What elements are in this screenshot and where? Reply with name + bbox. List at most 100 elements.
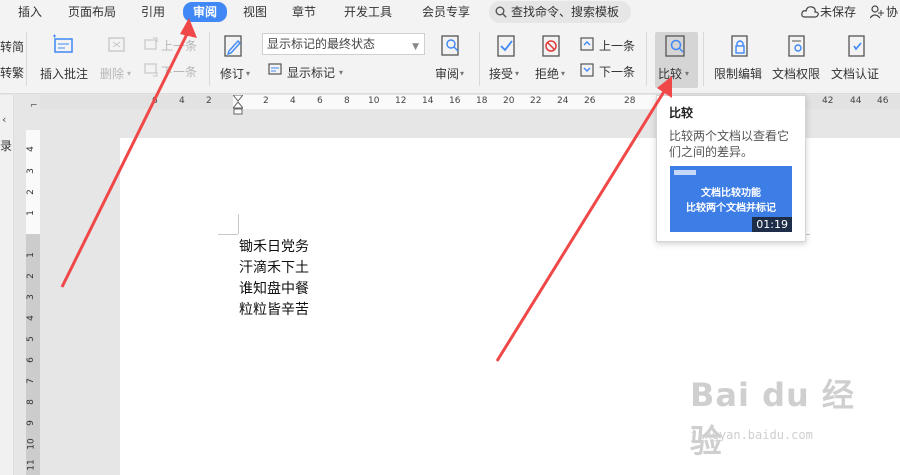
accept-dropdown-arrow[interactable]: ▾ bbox=[515, 69, 519, 78]
menu-review[interactable]: 审阅 bbox=[183, 2, 228, 22]
watermark-url: jingyan.baidu.com bbox=[690, 428, 813, 442]
show-marks-icon bbox=[268, 63, 282, 75]
vruler-tick: 2 bbox=[25, 273, 36, 279]
video-title-line2: 比较两个文档并标记 bbox=[686, 203, 776, 214]
accept-icon bbox=[497, 35, 515, 57]
chevron-down-icon: ▼ bbox=[412, 42, 419, 52]
ruler-tick: 4 bbox=[179, 96, 185, 106]
reject-button[interactable]: 拒绝 bbox=[535, 65, 559, 82]
ruler-tick: 18 bbox=[476, 96, 488, 106]
watermark-logo: Bai du 经验 bbox=[690, 376, 855, 460]
vruler-tick: 3 bbox=[25, 294, 36, 300]
poem-line[interactable]: 谁知盘中餐 bbox=[239, 278, 309, 298]
baidu-watermark: Bai du 经验 jingyan.baidu.com bbox=[690, 370, 860, 460]
tab-stop-icon[interactable]: ⌐ bbox=[30, 101, 38, 111]
prev-comment-button[interactable]: 上一条 bbox=[161, 37, 197, 54]
menu-reference[interactable]: 引用 bbox=[141, 3, 165, 21]
delete-comment-icon bbox=[108, 37, 125, 52]
doc-certify-button[interactable]: 文档认证 bbox=[831, 65, 879, 82]
review-pane-icon bbox=[441, 35, 459, 56]
tutorial-video-thumbnail[interactable]: 文档比较功能 比较两个文档并标记 01:19 bbox=[670, 166, 792, 232]
ruler-tick: 16 bbox=[449, 96, 461, 106]
menu-developer[interactable]: 开发工具 bbox=[344, 3, 392, 21]
menu-member[interactable]: 会员专享 bbox=[422, 3, 470, 21]
margin-corner-mark bbox=[218, 234, 238, 235]
tooltip-description: 比较两个文档以查看它们之间的差异。 bbox=[669, 129, 790, 159]
poem-line[interactable]: 汗滴禾下土 bbox=[239, 257, 309, 277]
vruler-tick: 1 bbox=[25, 210, 36, 216]
display-mode-select[interactable]: 显示标记的最终状态 ▼ bbox=[262, 33, 425, 55]
menu-section[interactable]: 章节 bbox=[292, 3, 316, 21]
menu-page-layout[interactable]: 页面布局 bbox=[68, 3, 116, 21]
vruler-tick: 2 bbox=[25, 189, 36, 195]
revise-dropdown-arrow[interactable]: ▾ bbox=[246, 69, 250, 78]
ruler-tick: 10 bbox=[368, 96, 380, 106]
compare-dropdown-arrow[interactable]: ▾ bbox=[685, 69, 689, 78]
ruler-tick: 6 bbox=[152, 96, 158, 106]
ruler-tick: 26 bbox=[584, 96, 596, 106]
ruler-tick: 8 bbox=[344, 96, 350, 106]
add-user-icon bbox=[870, 5, 884, 19]
menu-bar: 插入 页面布局 引用 审阅 视图 章节 开发工具 会员专享 查找命令、搜索模板 … bbox=[0, 0, 900, 24]
video-title-line1: 文档比较功能 bbox=[701, 188, 761, 199]
poem-line[interactable]: 粒粒皆辛苦 bbox=[239, 299, 309, 319]
vruler-tick: 5 bbox=[25, 336, 36, 342]
certify-icon bbox=[848, 35, 865, 57]
command-search[interactable]: 查找命令、搜索模板 bbox=[489, 1, 631, 23]
insert-comment-button[interactable]: 插入批注 bbox=[40, 65, 88, 82]
unsaved-status[interactable]: 未保存 bbox=[820, 3, 856, 21]
ruler-tick: 2 bbox=[206, 96, 212, 106]
vruler-tick: 7 bbox=[25, 378, 36, 384]
delete-dropdown-arrow[interactable]: ▾ bbox=[127, 69, 131, 78]
review-dropdown-arrow[interactable]: ▾ bbox=[460, 69, 464, 78]
convert-simplified-button[interactable]: 转简 bbox=[0, 38, 24, 55]
ruler-tick: 4 bbox=[290, 96, 296, 106]
vruler-tick: 8 bbox=[25, 399, 36, 405]
review-pane-button[interactable]: 审阅 bbox=[435, 65, 459, 82]
vruler-tick: 10 bbox=[26, 438, 37, 450]
show-marks-dropdown-arrow[interactable]: ▾ bbox=[339, 68, 343, 77]
track-changes-button[interactable]: 修订 bbox=[220, 65, 244, 82]
collab-button[interactable]: 协 bbox=[886, 3, 898, 21]
insert-comment-icon bbox=[53, 34, 73, 53]
restrict-edit-button[interactable]: 限制编辑 bbox=[714, 65, 762, 82]
track-changes-icon bbox=[224, 35, 242, 57]
vruler-tick: 4 bbox=[25, 146, 36, 152]
vruler-tick: 9 bbox=[25, 420, 36, 426]
lock-icon bbox=[731, 35, 748, 57]
prev-change-button[interactable]: 上一条 bbox=[599, 37, 635, 54]
compare-tooltip: 比较 比较两个文档以查看它们之间的差异。 文档比较功能 比较两个文档并标记 01… bbox=[656, 95, 806, 242]
vruler-tick: 1 bbox=[25, 252, 36, 258]
vruler-tick: 6 bbox=[25, 357, 36, 363]
accept-button[interactable]: 接受 bbox=[489, 65, 513, 82]
next-comment-button[interactable]: 下一条 bbox=[161, 63, 197, 80]
indent-marker-icon[interactable] bbox=[233, 95, 243, 115]
delete-comment-button[interactable]: 删除 bbox=[100, 65, 124, 82]
compare-button[interactable]: 比较 bbox=[658, 65, 682, 82]
video-duration: 01:19 bbox=[752, 217, 792, 232]
display-mode-value: 显示标记的最终状态 bbox=[267, 37, 376, 51]
compare-icon bbox=[665, 35, 685, 57]
convert-traditional-button[interactable]: 转繁 bbox=[0, 64, 24, 81]
doc-permission-button[interactable]: 文档权限 bbox=[772, 65, 820, 82]
vruler-tick: 11 bbox=[26, 459, 37, 471]
ruler-tick: 24 bbox=[557, 96, 569, 106]
pane-label: 录 bbox=[0, 139, 13, 153]
reject-dropdown-arrow[interactable]: ▾ bbox=[561, 69, 565, 78]
menu-view[interactable]: 视图 bbox=[243, 3, 267, 21]
menu-insert[interactable]: 插入 bbox=[18, 3, 42, 21]
ruler-tick: 12 bbox=[395, 96, 407, 106]
ruler-tick: 14 bbox=[422, 96, 434, 106]
prev-change-icon bbox=[580, 37, 594, 51]
vruler-tick: 4 bbox=[25, 315, 36, 321]
pane-collapse-icon[interactable]: ‹ bbox=[2, 113, 6, 126]
next-comment-icon bbox=[144, 63, 158, 77]
ruler-tick: 42 bbox=[822, 96, 834, 106]
prev-comment-icon bbox=[144, 37, 158, 50]
search-icon bbox=[495, 6, 507, 18]
poem-line[interactable]: 锄禾日党务 bbox=[239, 236, 309, 256]
ruler-tick: 6 bbox=[317, 96, 323, 106]
reject-icon bbox=[542, 35, 560, 57]
show-marks-button[interactable]: 显示标记 bbox=[287, 64, 335, 81]
next-change-button[interactable]: 下一条 bbox=[599, 63, 635, 80]
